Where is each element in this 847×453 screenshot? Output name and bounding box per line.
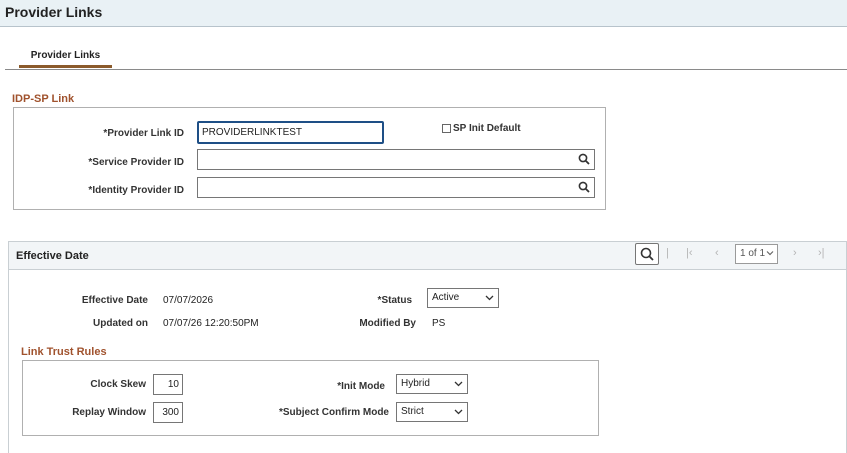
section-title-link-trust-rules: Link Trust Rules: [21, 346, 107, 358]
lookup-search-icon[interactable]: [577, 180, 591, 194]
updated-on-value: 07/07/26 12:20:50PM: [163, 318, 259, 329]
lookup-search-icon[interactable]: [577, 152, 591, 166]
identity-provider-id-label: *Identity Provider ID: [88, 185, 184, 196]
chevron-down-icon: [766, 251, 774, 256]
chevron-down-icon: [454, 381, 463, 387]
service-provider-id-label: *Service Provider ID: [88, 157, 184, 168]
chevron-down-icon: [454, 409, 463, 415]
toolbar-separator: |: [666, 247, 669, 259]
effective-date-value: 07/07/2026: [163, 295, 214, 306]
page-selector[interactable]: 1 of 1: [735, 244, 778, 264]
first-page-icon[interactable]: |‹: [686, 247, 693, 259]
modified-by-label: Modified By: [359, 318, 416, 329]
clock-skew-label: Clock Skew: [90, 379, 146, 390]
search-icon: [640, 247, 654, 261]
init-mode-value: Hybrid: [401, 378, 430, 389]
clock-skew-input[interactable]: [153, 374, 183, 395]
next-page-icon[interactable]: ›: [793, 247, 797, 259]
tab-divider: [5, 69, 847, 70]
provider-link-id-input[interactable]: [197, 121, 384, 144]
last-page-icon[interactable]: ›|: [818, 247, 825, 259]
status-value: Active: [432, 292, 460, 303]
previous-page-icon[interactable]: ‹: [715, 247, 719, 259]
panel-search-button[interactable]: [635, 243, 659, 265]
sp-init-default-label: SP Init Default: [453, 123, 521, 134]
page-header: Provider Links: [0, 0, 847, 27]
chevron-down-icon: [485, 295, 494, 301]
section-title-idp-sp-link: IDP-SP Link: [12, 93, 75, 105]
identity-provider-id-input[interactable]: [197, 177, 595, 198]
subject-confirm-mode-label: *Subject Confirm Mode: [278, 407, 389, 418]
status-label: *Status: [377, 295, 412, 306]
effective-date-panel-header: Effective Date: [8, 241, 847, 270]
page-indicator: 1 of 1: [740, 248, 766, 259]
status-select[interactable]: Active: [427, 288, 499, 308]
provider-link-id-label: *Provider Link ID: [103, 128, 184, 139]
replay-window-input[interactable]: [153, 402, 183, 423]
replay-window-label: Replay Window: [72, 407, 146, 418]
modified-by-value: PS: [432, 318, 446, 329]
sp-init-default-checkbox[interactable]: [442, 124, 451, 133]
tab-provider-links[interactable]: Provider Links: [19, 48, 112, 68]
link-trust-rules-group: [22, 360, 599, 436]
effective-date-panel-title: Effective Date: [16, 250, 89, 262]
subject-confirm-mode-value: Strict: [401, 406, 424, 417]
page-title: Provider Links: [5, 4, 103, 20]
effective-date-label: Effective Date: [81, 295, 148, 306]
init-mode-select[interactable]: Hybrid: [396, 374, 468, 394]
subject-confirm-mode-select[interactable]: Strict: [396, 402, 468, 422]
tab-label: Provider Links: [30, 50, 101, 61]
init-mode-label: *Init Mode: [337, 381, 385, 392]
updated-on-label: Updated on: [93, 318, 148, 329]
service-provider-id-input[interactable]: [197, 149, 595, 170]
